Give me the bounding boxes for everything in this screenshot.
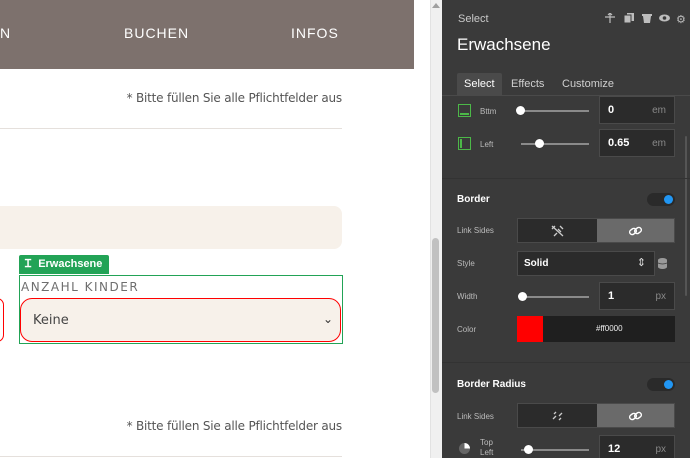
border-width-input[interactable]: 1 px: [599, 282, 675, 310]
border-width-unit[interactable]: px: [655, 291, 666, 302]
padding-left-label: Left: [480, 140, 494, 149]
padding-bottom-label: Bttm: [480, 107, 497, 116]
border-width-slider[interactable]: [521, 296, 589, 298]
padding-bottom-unit[interactable]: em: [652, 105, 666, 116]
website-canvas: N BUCHEN INFOS * Bitte füllen Sie alle P…: [0, 0, 430, 458]
unlink-icon[interactable]: [518, 219, 596, 242]
selected-element-tag[interactable]: Ɪ Erwachsene: [19, 255, 110, 274]
required-fields-note: * Bitte füllen Sie alle Pflichtfelder au…: [126, 91, 343, 105]
panel-scrollbar-thumb[interactable]: [685, 136, 687, 296]
eye-icon[interactable]: [659, 13, 670, 26]
required-fields-note-bottom: * Bitte füllen Sie alle Pflichtfelder au…: [126, 419, 343, 433]
nav-item-buchen[interactable]: BUCHEN: [124, 25, 189, 41]
tab-effects[interactable]: Effects: [504, 73, 551, 95]
divider: [0, 456, 342, 457]
database-icon[interactable]: [657, 258, 668, 272]
radius-link-sides-control: [517, 403, 675, 428]
padding-left-slider[interactable]: [521, 143, 589, 145]
tab-customize[interactable]: Customize: [555, 73, 621, 95]
border-toggle[interactable]: [647, 193, 675, 206]
adjacent-select-edge[interactable]: [0, 298, 4, 342]
padding-left-unit[interactable]: em: [652, 138, 666, 149]
padding-left-side-icon: [458, 137, 471, 150]
site-navigation: N BUCHEN INFOS: [0, 0, 414, 69]
border-radius-section-title: Border Radius: [457, 379, 526, 390]
panel-scrollbar[interactable]: [682, 96, 690, 458]
padding-left-value: 0.65: [608, 137, 630, 149]
radius-link-sides-label: Link Sides: [457, 412, 494, 421]
padding-bottom-value: 0: [608, 104, 615, 116]
padding-bottom-slider-knob[interactable]: [516, 106, 525, 115]
nav-item-partial[interactable]: N: [0, 25, 11, 41]
gear-icon[interactable]: ⚙: [676, 13, 686, 26]
panel-element-type: Select: [458, 13, 489, 25]
toggle-knob: [664, 195, 673, 204]
border-link-sides-control: [517, 218, 675, 243]
radius-top-left-slider-knob[interactable]: [524, 445, 533, 454]
divider: [0, 128, 342, 129]
panel-title: Erwachsene: [457, 35, 551, 54]
kinder-select-value: Keine: [33, 313, 69, 328]
border-style-value: Solid: [524, 258, 549, 269]
padding-bottom-slider[interactable]: [521, 110, 589, 112]
radius-top-left-label: Top Left: [480, 438, 494, 457]
unlink-icon[interactable]: [518, 404, 596, 427]
copy-icon[interactable]: [623, 13, 634, 26]
radius-top-left-value: 12: [608, 443, 621, 455]
chevron-down-icon: ⌄: [322, 312, 333, 326]
link-icon[interactable]: [597, 219, 674, 242]
tab-select[interactable]: Select: [457, 73, 502, 95]
chevron-updown-icon: ⇕: [636, 257, 646, 269]
border-style-select[interactable]: Solid ⇕: [517, 251, 655, 276]
trash-icon[interactable]: [642, 13, 652, 26]
border-section-title: Border: [457, 194, 490, 205]
border-style-label: Style: [457, 259, 475, 268]
radius-corner-icon: [459, 443, 470, 454]
padding-bottom-side-icon: [458, 104, 471, 117]
nav-item-infos[interactable]: INFOS: [291, 25, 339, 41]
border-color-value: #ff0000: [596, 324, 623, 333]
form-field-partial[interactable]: [0, 206, 342, 249]
border-width-value: 1: [608, 290, 615, 302]
padding-left-input[interactable]: 0.65 em: [599, 129, 675, 157]
border-width-slider-knob[interactable]: [518, 292, 527, 301]
selected-element-name: Erwachsene: [38, 258, 103, 270]
border-color-label: Color: [457, 325, 477, 334]
kinder-select[interactable]: Keine ⌄: [20, 298, 341, 342]
color-swatch[interactable]: [517, 316, 543, 342]
padding-bottom-input[interactable]: 0 em: [599, 96, 675, 124]
border-radius-toggle[interactable]: [647, 378, 675, 391]
section-divider: [442, 362, 690, 363]
radius-top-left-input[interactable]: 12 px: [599, 435, 675, 458]
kinder-field-label: ANZAHL KINDER: [21, 280, 140, 294]
padding-left-slider-knob[interactable]: [535, 139, 544, 148]
border-width-label: Width: [457, 292, 478, 301]
radius-top-left-unit[interactable]: px: [655, 444, 666, 455]
move-icon[interactable]: [605, 12, 615, 26]
toggle-knob: [664, 380, 673, 389]
link-icon[interactable]: [597, 404, 674, 427]
border-link-sides-label: Link Sides: [457, 226, 494, 235]
scroll-up-arrow-icon[interactable]: [432, 3, 440, 8]
text-cursor-icon: Ɪ: [25, 258, 32, 270]
section-divider: [442, 178, 690, 179]
canvas-scrollbar-thumb[interactable]: [432, 238, 439, 393]
border-color-picker[interactable]: #ff0000: [517, 316, 675, 342]
